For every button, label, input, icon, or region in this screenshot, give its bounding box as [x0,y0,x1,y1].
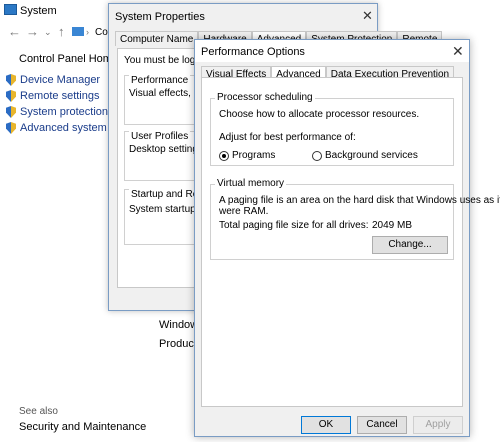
sidebar-item-system-protection[interactable]: System protection [6,104,108,120]
ok-button[interactable]: OK [301,416,351,434]
virtual-memory-desc-line1: A paging file is an area on the hard dis… [219,195,500,206]
performance-options-dialog: Performance Options ✕ Visual Effects Adv… [194,39,500,437]
security-maintenance-link[interactable]: Security and Maintenance [19,421,146,433]
system-icon [4,4,17,15]
group-label: User Profiles [129,131,191,142]
virtual-memory-group: Virtual memory A paging file is an area … [210,178,500,260]
up-arrow-icon[interactable]: ↑ [58,24,65,39]
total-paging-value: 2049 MB [372,220,413,231]
apply-button: Apply [413,416,463,434]
tab-computer-name[interactable]: Computer Name [115,31,199,46]
chevron-down-icon[interactable]: ⌄ [44,27,52,38]
computer-icon [72,27,84,36]
radio-dot [312,150,322,161]
control-panel-home-link[interactable]: Control Panel Home [19,53,118,65]
shield-icon [6,74,16,86]
radio-label: Programs [232,150,276,161]
see-also-heading: See also [19,406,58,417]
group-label: Performance [129,75,191,86]
shield-icon [6,90,16,102]
shield-icon [6,122,16,134]
change-button[interactable]: Change... [372,236,448,254]
sidebar-item-label: Device Manager [20,74,101,86]
group-label: Processor scheduling [215,92,315,103]
group-label: Virtual memory [215,178,287,189]
back-arrow-icon[interactable]: ← [8,24,21,39]
sidebar-item-label: System protection [20,106,109,118]
breadcrumb[interactable]: Co [95,27,108,38]
processor-scheduling-group: Processor scheduling Choose how to alloc… [210,92,454,166]
sidebar-item-device-manager[interactable]: Device Manager [6,72,100,88]
programs-radio[interactable]: Programs [219,150,275,161]
sidebar-item-label: Remote settings [20,90,100,102]
breadcrumb-chevron-icon: › [86,27,89,37]
sidebar-item-remote-settings[interactable]: Remote settings [6,88,99,104]
cancel-button[interactable]: Cancel [357,416,407,434]
dialog-title: Performance Options [201,46,305,58]
radio-dot [219,150,229,161]
logged-on-text: You must be logged on [124,55,202,66]
shield-icon [6,106,16,118]
tab-panel: Processor scheduling Choose how to alloc… [201,77,500,407]
adjust-label: Adjust for best performance of: [219,132,356,143]
processor-scheduling-desc: Choose how to allocate processor resourc… [219,109,420,120]
window-title: System [20,5,57,17]
close-icon[interactable]: ✕ [452,43,464,60]
dialog-title: System Properties [115,11,205,23]
background-services-radio[interactable]: Background services [312,150,418,161]
radio-label: Background services [325,150,418,161]
virtual-memory-desc-line2: were RAM. [219,206,269,217]
close-icon[interactable]: ✕ [362,8,373,24]
forward-arrow-icon[interactable]: → [26,24,39,39]
total-paging-label: Total paging file size for all drives: [219,220,369,231]
